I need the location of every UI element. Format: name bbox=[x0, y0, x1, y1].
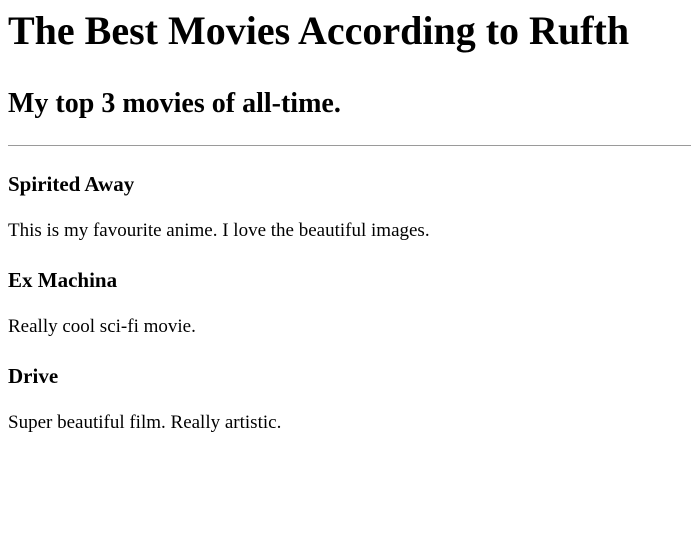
movie-title: Ex Machina bbox=[8, 268, 118, 292]
movie-title: Drive bbox=[8, 364, 59, 388]
movie-title: Spirited Away bbox=[8, 172, 135, 196]
movie-item: Drive Super beautiful film. Really artis… bbox=[8, 364, 683, 435]
page-subtitle: My top 3 movies of all-time. bbox=[8, 88, 341, 119]
divider bbox=[8, 145, 691, 146]
movie-list: Spirited Away This is my favourite anime… bbox=[8, 172, 683, 435]
movie-description: Super beautiful film. Really artistic. bbox=[8, 412, 282, 433]
page-title: The Best Movies According to Rufth bbox=[8, 8, 630, 53]
movie-item: Ex Machina Really cool sci-fi movie. bbox=[8, 268, 683, 339]
movie-description: This is my favourite anime. I love the b… bbox=[8, 220, 430, 241]
movie-item: Spirited Away This is my favourite anime… bbox=[8, 172, 683, 243]
movie-description: Really cool sci-fi movie. bbox=[8, 316, 196, 337]
